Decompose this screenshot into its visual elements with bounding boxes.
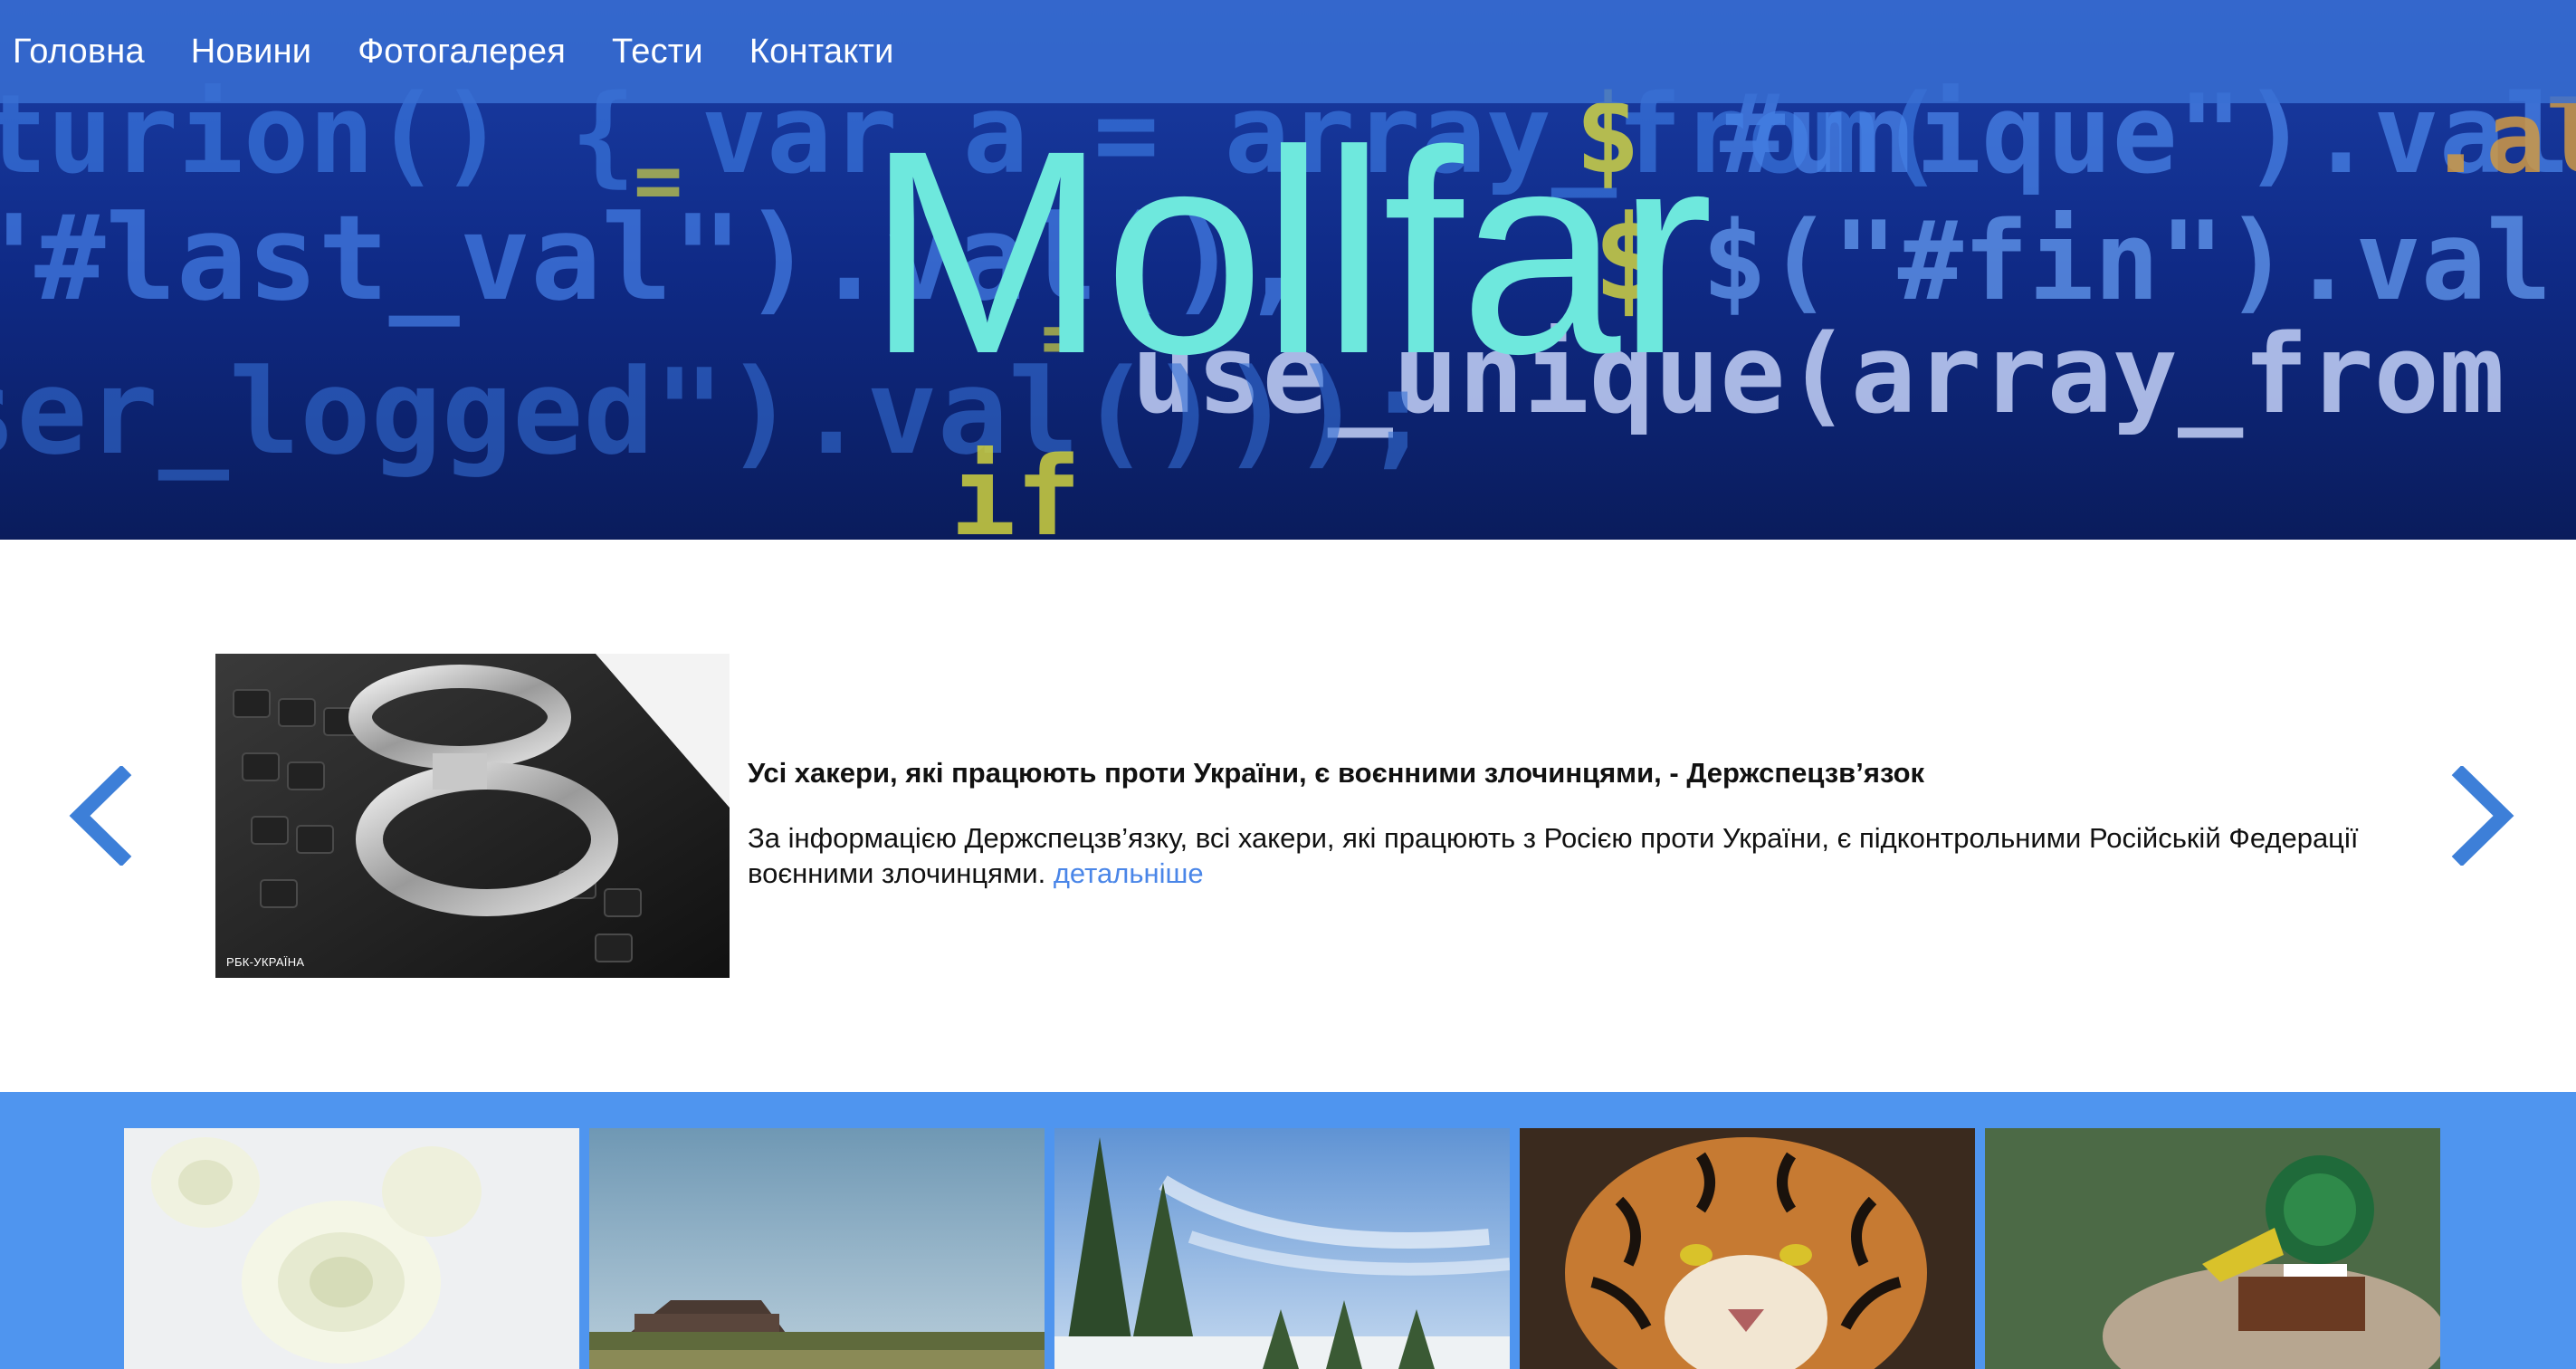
news-content: Усі хакери, які працюють проти України, … [748,757,2377,891]
house-field-image [589,1128,1045,1369]
nav-item-contacts[interactable]: Контакти [749,33,894,72]
fir-trees-sky-image [1054,1128,1510,1369]
news-body: За інформацією Держспецзв’язку, всі хаке… [748,820,2377,891]
gallery-item[interactable] [589,1128,1045,1369]
news-slider: РБК-УКРАЇНА Усі хакери, які працюють про… [0,540,2576,1092]
gallery-item[interactable] [124,1128,579,1369]
duck-image [1985,1128,2440,1369]
site-title: Mollfar [865,90,1713,414]
image-watermark: РБК-УКРАЇНА [226,955,305,969]
photo-gallery-strip [0,1092,2576,1369]
gallery-item[interactable] [1520,1128,1975,1369]
svg-text:if: if [950,435,1082,540]
read-more-link[interactable]: детальніше [1054,857,1204,889]
nav-item-tests[interactable]: Тести [612,33,703,72]
main-navbar: Головна Новини Фотогалерея Тести Контакт… [0,0,2576,103]
nav-item-home[interactable]: Головна [13,33,145,72]
news-image[interactable]: РБК-УКРАЇНА [215,654,730,978]
news-body-text: За інформацією Держспецзв’язку, всі хаке… [748,822,2359,889]
chevron-right-icon [2451,764,2514,867]
nav-item-photo-gallery[interactable]: Фотогалерея [358,33,566,72]
slider-next-button[interactable] [2446,764,2518,867]
white-roses-image [124,1128,579,1369]
hero-banner: turion() { var a = array_from( #unique")… [0,0,2576,540]
gallery-item[interactable] [1985,1128,2440,1369]
news-headline: Усі хакери, які працюють проти України, … [748,757,1925,789]
chevron-left-icon [69,764,132,867]
gallery-item[interactable] [1054,1128,1510,1369]
handcuffs-on-keyboard-image [215,654,730,978]
slider-prev-button[interactable] [65,764,138,867]
tiger-image [1520,1128,1975,1369]
nav-item-news[interactable]: Новини [191,33,311,72]
